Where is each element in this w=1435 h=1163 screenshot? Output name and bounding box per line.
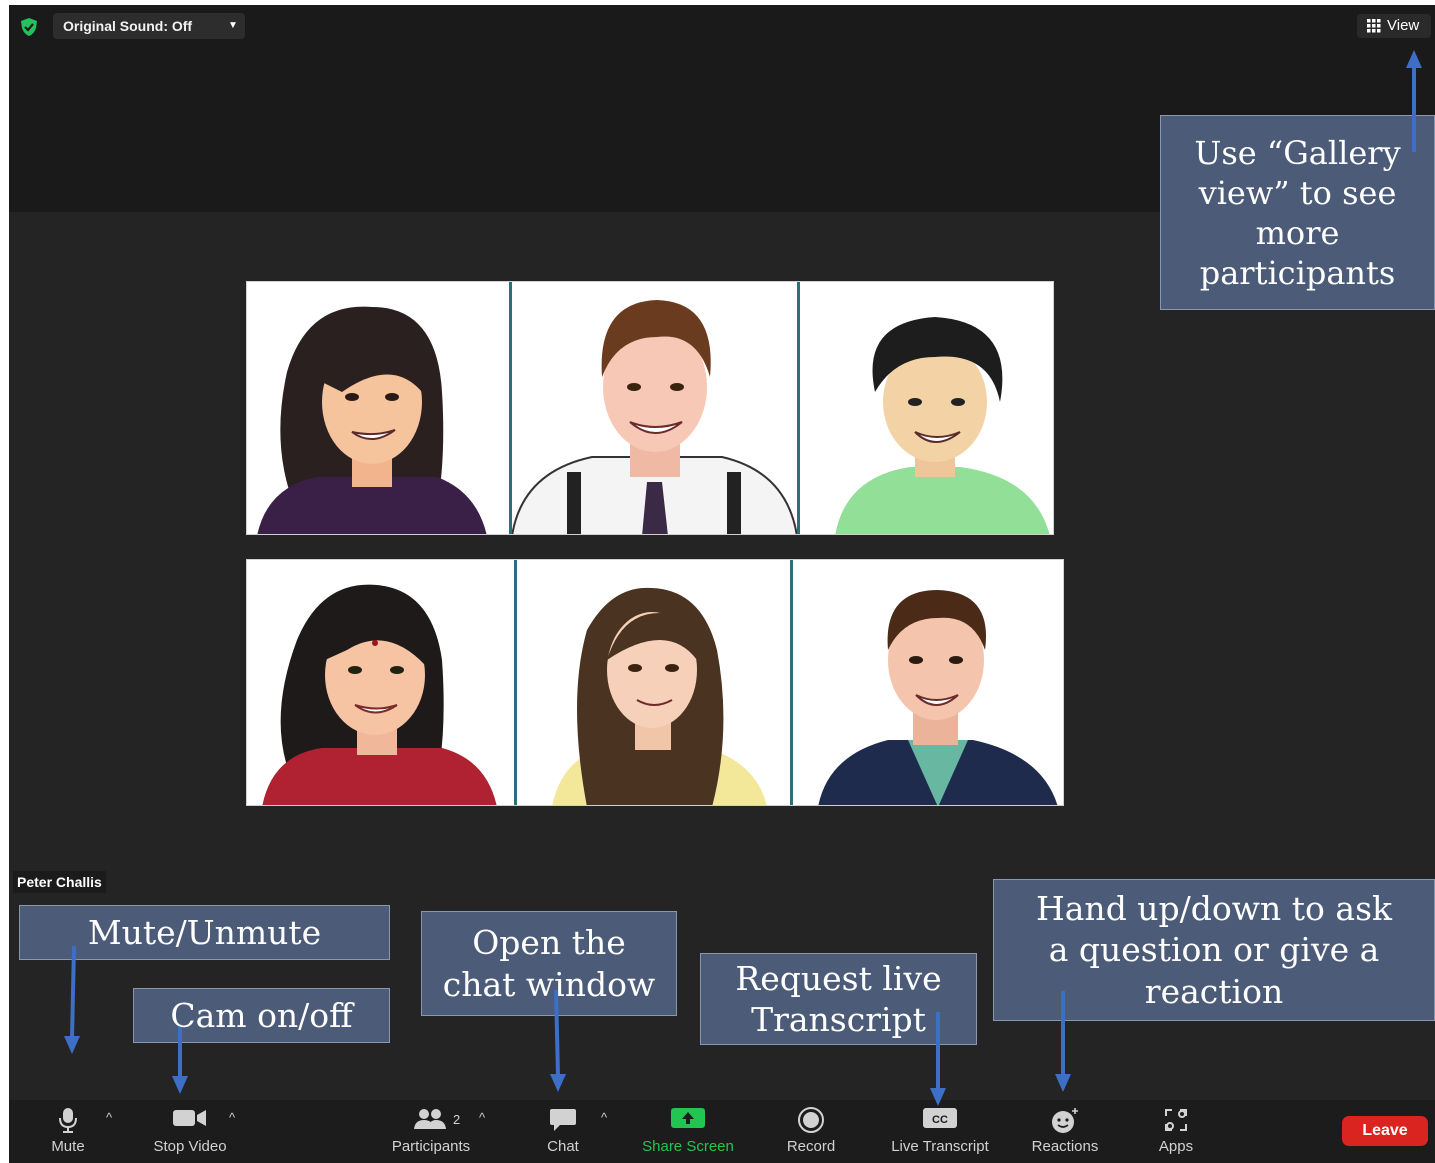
arrow-to-mute [70, 945, 76, 1039]
arrow-to-chat [554, 989, 560, 1077]
annotation-arrows [64, 50, 1422, 1106]
